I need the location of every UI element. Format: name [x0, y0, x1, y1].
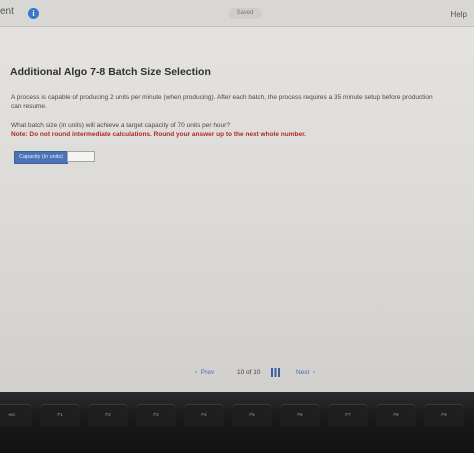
question-paragraph: A process is capable of producing 2 unit…: [11, 94, 433, 110]
page-of: of: [246, 369, 252, 376]
keyboard-function-row: esc F1 F2 F3 F4 F5 F6 F7 F8 F9: [0, 404, 474, 426]
page-current: 10: [237, 369, 245, 376]
key-f5: F5: [232, 404, 272, 426]
saved-status-badge: Saved: [228, 8, 262, 19]
grid-view-icon[interactable]: [271, 368, 280, 377]
key-f1: F1: [40, 404, 80, 426]
page-total: 10: [253, 369, 261, 376]
key-esc: esc: [0, 404, 32, 426]
key-f4: F4: [184, 404, 224, 426]
key-f6: F6: [280, 404, 320, 426]
question-prompt-block: What batch size (in units) will achieve …: [11, 122, 441, 139]
help-link[interactable]: Help: [451, 10, 467, 19]
question-title: Additional Algo 7-8 Batch Size Selection: [10, 66, 211, 78]
question-note: Note: Do not round intermediate calculat…: [11, 130, 307, 138]
key-f2: F2: [88, 404, 128, 426]
page-indicator: 10 of 10: [237, 369, 261, 376]
assignment-title-fragment: ent: [0, 6, 14, 17]
prev-label: Prev: [200, 369, 215, 376]
next-button[interactable]: Next ›: [296, 369, 315, 376]
prev-button[interactable]: ‹ Prev: [195, 369, 214, 376]
capacity-answer-input[interactable]: [67, 151, 96, 162]
question-prompt: What batch size (in units) will achieve …: [11, 122, 230, 129]
top-bar: ent i Saved Help: [0, 0, 474, 27]
info-icon[interactable]: i: [28, 8, 39, 19]
next-label: Next: [296, 369, 310, 376]
answer-row: Capacity (in units): [14, 151, 96, 164]
question-pager: ‹ Prev 10 of 10 Next ›: [0, 368, 474, 380]
key-f8: F8: [376, 404, 416, 426]
key-f7: F7: [328, 404, 368, 426]
answer-label: Capacity (in units): [14, 151, 69, 164]
key-f9: F9: [424, 404, 464, 426]
browser-screen: ent i Saved Help Additional Algo 7-8 Bat…: [0, 0, 474, 392]
key-f3: F3: [136, 404, 176, 426]
